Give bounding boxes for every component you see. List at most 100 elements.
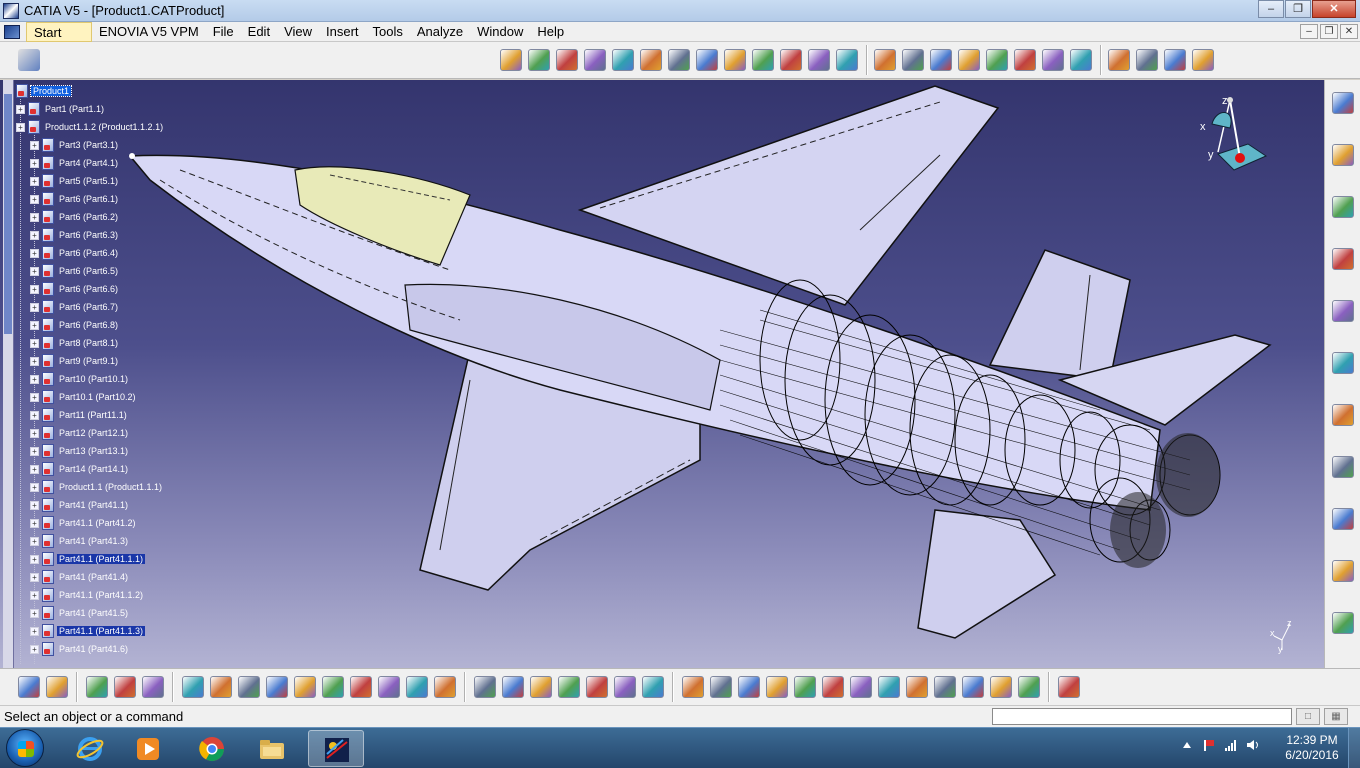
catalog-icon[interactable] bbox=[780, 49, 802, 71]
app-loading-icon[interactable] bbox=[1058, 676, 1080, 698]
tree-node[interactable]: + Part8 (Part8.1) bbox=[30, 334, 120, 352]
multi-view-icon[interactable] bbox=[1192, 49, 1214, 71]
tree-node[interactable]: + Part4 (Part4.1) bbox=[30, 154, 120, 172]
tree-node[interactable]: + Part10.1 (Part10.2) bbox=[30, 388, 138, 406]
volume-icon[interactable] bbox=[1246, 738, 1260, 752]
compass-widget[interactable]: x y z bbox=[1190, 94, 1270, 174]
expand-toggle-icon[interactable]: + bbox=[30, 554, 39, 564]
redo-icon[interactable] bbox=[406, 676, 428, 698]
replace-icon[interactable] bbox=[1332, 456, 1354, 478]
insert-part-icon[interactable] bbox=[1332, 404, 1354, 426]
expand-toggle-icon[interactable]: + bbox=[30, 410, 39, 420]
table-icon[interactable] bbox=[558, 676, 580, 698]
pan-icon[interactable] bbox=[738, 676, 760, 698]
tree-node-label[interactable]: Part41 (Part41.6) bbox=[57, 644, 130, 654]
tree-node-label[interactable]: Part10.1 (Part10.2) bbox=[57, 392, 138, 402]
expand-toggle-icon[interactable]: + bbox=[30, 140, 39, 150]
expand-toggle-icon[interactable]: + bbox=[30, 536, 39, 546]
publication-icon[interactable] bbox=[808, 49, 830, 71]
expand-toggle-icon[interactable]: + bbox=[16, 104, 25, 114]
select-icon[interactable] bbox=[1332, 248, 1354, 270]
tree-node[interactable]: + Part6 (Part6.4) bbox=[30, 244, 120, 262]
law-icon[interactable] bbox=[114, 676, 136, 698]
expand-toggle-icon[interactable]: + bbox=[30, 356, 39, 366]
tree-node[interactable]: + Part10 (Part10.1) bbox=[30, 370, 130, 388]
tree-node[interactable]: + Product1.1 (Product1.1.1) bbox=[30, 478, 164, 496]
expand-toggle-icon[interactable]: + bbox=[30, 482, 39, 492]
snap-icon[interactable] bbox=[556, 49, 578, 71]
status-options-button[interactable]: ▦ bbox=[1324, 708, 1348, 725]
menu-tools[interactable]: Tools bbox=[366, 22, 410, 42]
tree-node-label[interactable]: Part12 (Part12.1) bbox=[57, 428, 130, 438]
document-icon[interactable] bbox=[4, 24, 20, 39]
print-icon[interactable] bbox=[266, 676, 288, 698]
tree-node[interactable]: + Part12 (Part12.1) bbox=[30, 424, 130, 442]
fx-icon[interactable] bbox=[474, 676, 496, 698]
menu-window[interactable]: Window bbox=[470, 22, 530, 42]
tree-node[interactable]: + Product1.1.2 (Product1.1.2.1) bbox=[16, 118, 165, 136]
apply-material-icon[interactable] bbox=[990, 676, 1012, 698]
explode-view-icon[interactable] bbox=[1332, 560, 1354, 582]
product-management-icon[interactable] bbox=[18, 49, 40, 71]
tree-node-label[interactable]: Part1 (Part1.1) bbox=[43, 104, 106, 114]
paste-icon[interactable] bbox=[350, 676, 372, 698]
expand-toggle-icon[interactable]: + bbox=[30, 338, 39, 348]
menu-edit[interactable]: Edit bbox=[241, 22, 277, 42]
compass-icon[interactable] bbox=[612, 49, 634, 71]
tree-node-label[interactable]: Part6 (Part6.3) bbox=[57, 230, 120, 240]
tree-node-label[interactable]: Part41.1 (Part41.1.3) bbox=[57, 626, 146, 636]
tree-node[interactable]: + Part41 (Part41.5) bbox=[30, 604, 130, 622]
tree-node[interactable]: + Part6 (Part6.2) bbox=[30, 208, 120, 226]
zoom-in-icon[interactable] bbox=[794, 676, 816, 698]
tree-node[interactable]: + Part11 (Part11.1) bbox=[30, 406, 129, 424]
sectioning-icon[interactable] bbox=[696, 49, 718, 71]
iso-view-icon[interactable] bbox=[878, 676, 900, 698]
render-icon[interactable] bbox=[1018, 676, 1040, 698]
doc-minimize-button[interactable]: – bbox=[1300, 24, 1318, 39]
expand-toggle-icon[interactable]: + bbox=[30, 446, 39, 456]
comment-icon[interactable] bbox=[502, 676, 524, 698]
workbench-icon[interactable] bbox=[1332, 612, 1354, 634]
maximize-button[interactable]: ❐ bbox=[1285, 0, 1311, 18]
expand-toggle-icon[interactable]: + bbox=[30, 194, 39, 204]
expand-toggle-icon[interactable]: + bbox=[30, 230, 39, 240]
tree-node[interactable]: + Part41.1 (Part41.1.1) bbox=[30, 550, 146, 568]
clash-icon[interactable] bbox=[668, 49, 690, 71]
doc-restore-button[interactable]: ❐ bbox=[1320, 24, 1338, 39]
menu-file[interactable]: File bbox=[206, 22, 241, 42]
expand-toggle-icon[interactable]: + bbox=[30, 212, 39, 222]
tree-node[interactable]: + Part5 (Part5.1) bbox=[30, 172, 120, 190]
tree-node-label[interactable]: Part9 (Part9.1) bbox=[57, 356, 120, 366]
normal-view-icon[interactable] bbox=[850, 676, 872, 698]
expand-toggle-icon[interactable]: + bbox=[30, 500, 39, 510]
tree-node-label[interactable]: Part6 (Part6.1) bbox=[57, 194, 120, 204]
expand-toggle-icon[interactable]: + bbox=[30, 392, 39, 402]
tree-node-label[interactable]: Part41 (Part41.4) bbox=[57, 572, 130, 582]
tree-node[interactable]: + Part6 (Part6.3) bbox=[30, 226, 120, 244]
taskbar-explorer[interactable] bbox=[244, 730, 300, 767]
rotate-icon[interactable] bbox=[766, 676, 788, 698]
whats-this-icon[interactable] bbox=[434, 676, 456, 698]
expand-toggle-icon[interactable]: + bbox=[30, 626, 39, 636]
taskbar-clock[interactable]: 12:39 PM 6/20/2016 bbox=[1277, 733, 1347, 763]
tree-node-label[interactable]: Part6 (Part6.6) bbox=[57, 284, 120, 294]
tolerance-icon[interactable] bbox=[902, 49, 924, 71]
tree-scrollbar[interactable] bbox=[3, 80, 14, 668]
taskbar-catia[interactable] bbox=[308, 730, 364, 767]
menu-analyze[interactable]: Analyze bbox=[410, 22, 470, 42]
expand-toggle-icon[interactable]: + bbox=[30, 266, 39, 276]
constraint-icon[interactable] bbox=[528, 49, 550, 71]
tree-node[interactable]: + Part41 (Part41.1) bbox=[30, 496, 130, 514]
specification-tree[interactable]: Product1 + Part1 (Part1.1) + Product1.1.2 (… bbox=[0, 80, 300, 668]
tree-node-label[interactable]: Part6 (Part6.4) bbox=[57, 248, 120, 258]
spec-icon[interactable] bbox=[642, 676, 664, 698]
grid-icon[interactable] bbox=[46, 676, 68, 698]
annotation-icon[interactable] bbox=[874, 49, 896, 71]
table-view-icon[interactable] bbox=[1332, 144, 1354, 166]
menu-help[interactable]: Help bbox=[530, 22, 571, 42]
taskbar-internet-explorer[interactable] bbox=[62, 730, 118, 767]
expand-toggle-icon[interactable]: + bbox=[16, 122, 25, 132]
tree-node[interactable]: + Part9 (Part9.1) bbox=[30, 352, 120, 370]
analysis-icon[interactable] bbox=[1070, 49, 1092, 71]
expand-toggle-icon[interactable]: + bbox=[30, 176, 39, 186]
